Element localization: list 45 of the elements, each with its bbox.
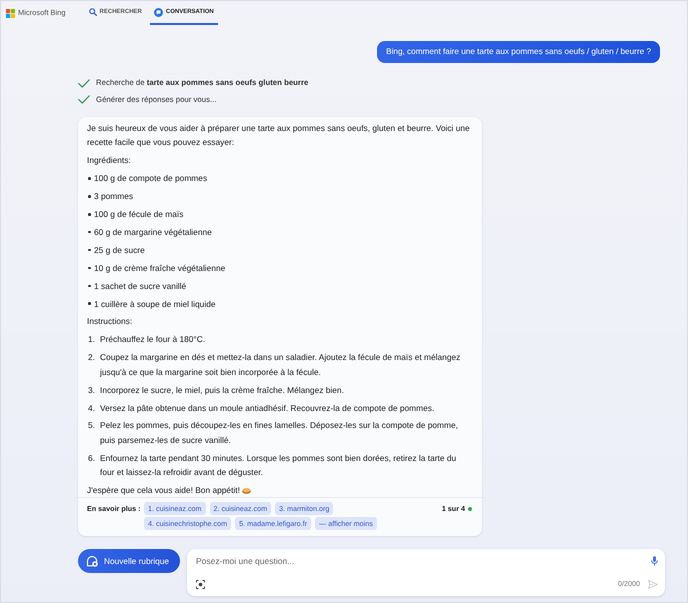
- ingredient-text: 100 g de fécule de maïs: [94, 208, 184, 222]
- screenshot-icon[interactable]: [196, 580, 205, 589]
- ingredient-text: 3 pommes: [94, 190, 134, 204]
- step-number: 1.: [88, 334, 95, 344]
- search-icon: [88, 8, 97, 16]
- step-text: Versez la pâte obtenue dans un moule antiadhésif. Recouvrez-la de compote de pommes.: [100, 402, 434, 415]
- microphone-icon[interactable]: [651, 556, 658, 566]
- check-icon: [78, 95, 90, 104]
- bullet-icon: [88, 284, 91, 288]
- step-number: 2.: [88, 352, 95, 362]
- new-topic-button[interactable]: Nouvelle rubrique: [78, 549, 180, 574]
- bullet-icon: [88, 266, 91, 270]
- step-text: Pelez les pommes, puis découpez-les en fines lamelles. Déposez-les sur la compote de pomme, puis parsemez-les de sucre vanillé.: [100, 419, 459, 447]
- chat-plus-icon: [86, 555, 98, 568]
- ingredient-text: 100 g de compote de pommes: [94, 172, 208, 186]
- step-text: Préchauffez le four à 180°C.: [100, 333, 206, 346]
- ingredients-heading: Ingrédients:: [87, 154, 132, 168]
- ingredient-text: 25 g de sucre: [94, 244, 145, 257]
- bullet-icon: [88, 212, 91, 216]
- question-input[interactable]: Posez-moi une question...: [196, 554, 651, 568]
- step-number: 3.: [88, 384, 95, 395]
- step-text: Enfournez la tarte pendant 30 minutes. Lorsque les pommes sont bien dorées, retirez la tarte du four et laissez-la refroidir avant de déguster.: [100, 452, 458, 480]
- bullet-icon: [88, 177, 91, 180]
- check-icon: [78, 78, 90, 88]
- bullet-icon: [88, 302, 91, 306]
- ingredient-text: 60 g de margarine végétalienne: [94, 226, 212, 239]
- chat-bubble-icon: [154, 8, 163, 16]
- step-text: Coupez la margarine en dés et mettez-la dans un saladier. Ajoutez la fécule de maïs et mélangez jusqu'à ce que la margarine soit bien incorporée à la fécule.: [100, 351, 462, 379]
- step-number: 6.: [88, 452, 95, 463]
- intro-paragraph: Je suis heureux de vous aider à préparer une tarte aux pommes sans oeufs, gluten et beurre. Voici une recette facile que vous pouvez essayer:: [87, 122, 471, 150]
- ingredient-text: 10 g de crème fraîche végétalienne: [94, 262, 226, 275]
- user-message-bubble: Bing, comment faire une tarte aux pommes sans oeufs / gluten / beurre ?: [377, 41, 660, 63]
- status-dot-icon: [468, 506, 472, 511]
- ingredient-text: 1 sachet de sucre vanillé: [94, 280, 186, 293]
- bullet-icon: [88, 248, 91, 252]
- windows-logo-icon: [6, 8, 15, 18]
- step-text: Incorporez le sucre, le miel, puis la crème fraîche. Mélangez bien.: [100, 384, 344, 397]
- closing-text: J'espère que cela vous aide! Bon appétit!: [87, 484, 240, 498]
- ingredient-text: 1 cuillère à soupe de miel liquide: [94, 298, 216, 311]
- bullet-icon: [88, 195, 91, 198]
- pie-icon: [242, 486, 251, 494]
- step-number: 5.: [88, 420, 95, 430]
- instructions-heading: Instructions:: [87, 315, 134, 328]
- bullet-icon: [88, 230, 91, 234]
- step-number: 4.: [88, 402, 95, 412]
